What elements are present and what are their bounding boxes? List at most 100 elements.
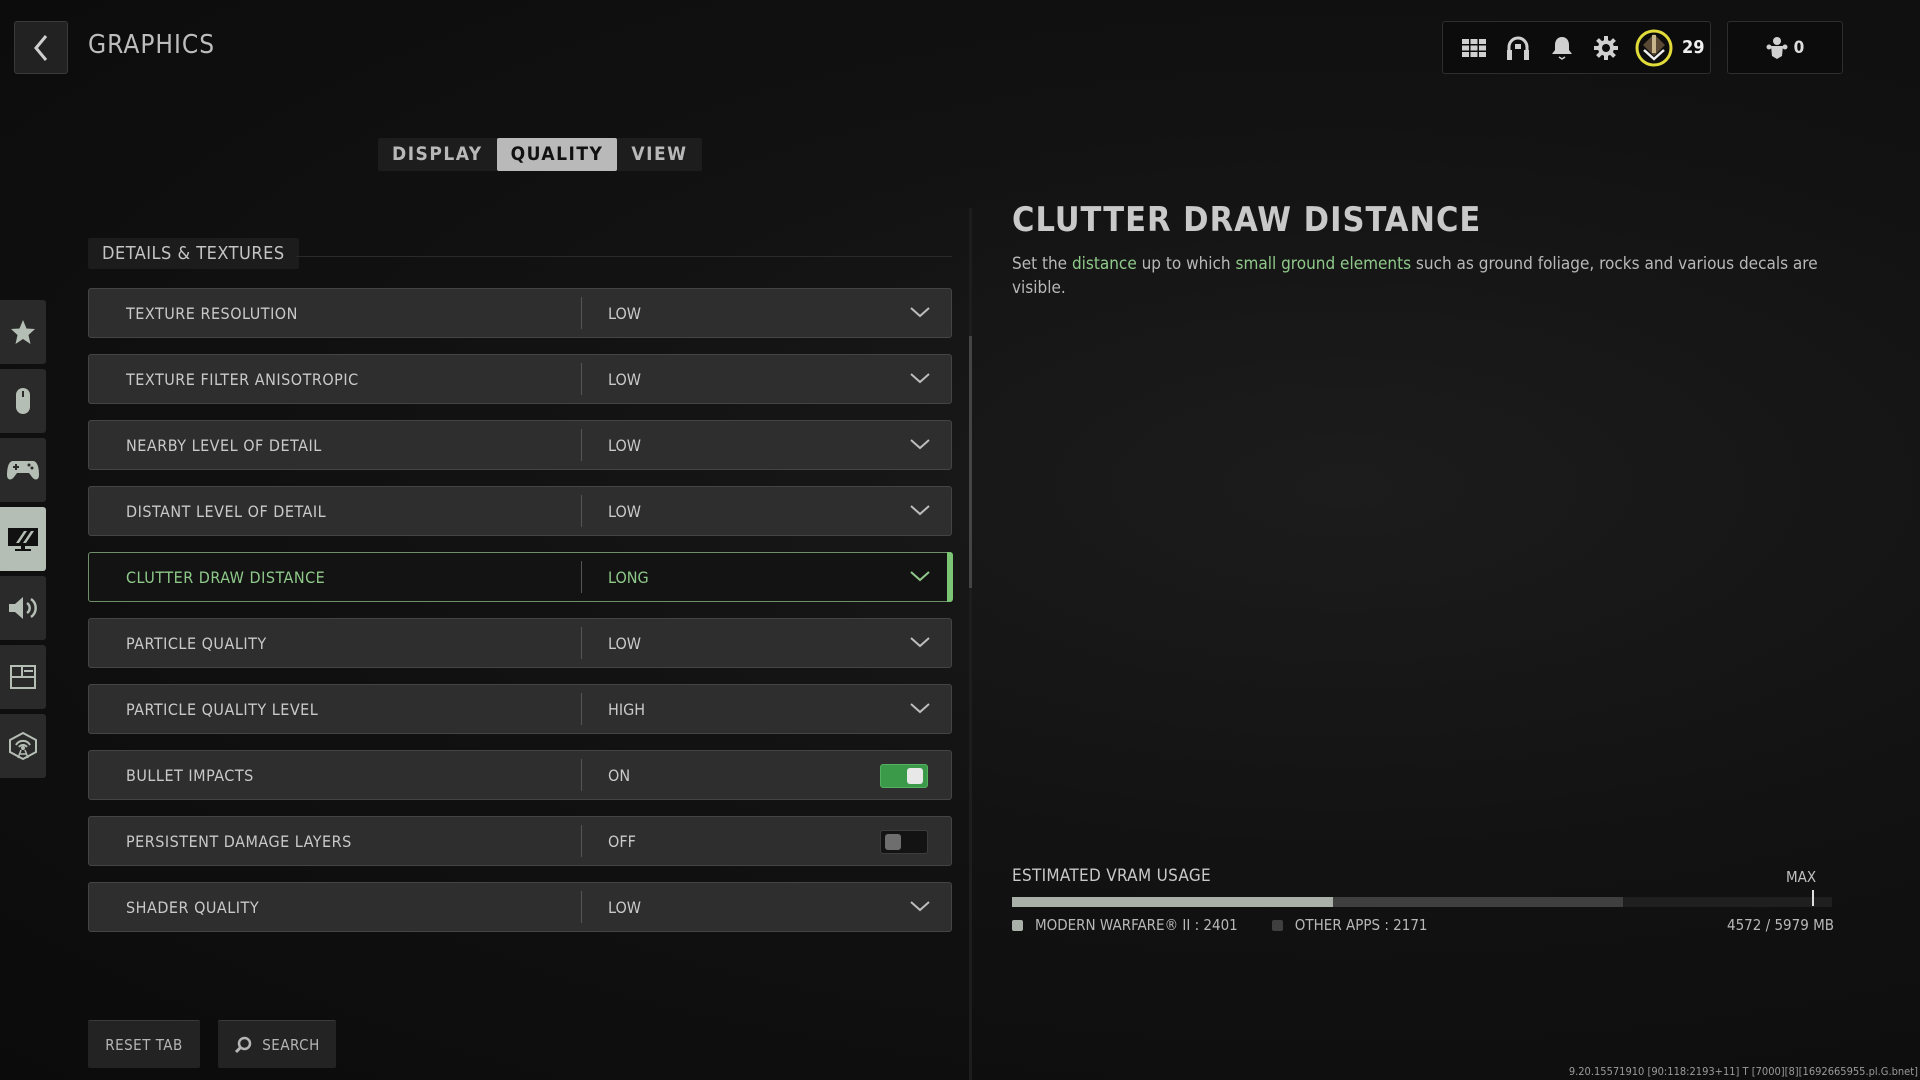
tab-display[interactable]: DISPLAY xyxy=(378,138,497,171)
highlight-term: distance xyxy=(1071,254,1137,274)
setting-row-clutter-draw-distance[interactable]: CLUTTER DRAW DISTANCE LONG xyxy=(88,552,953,602)
row-divider xyxy=(581,825,582,857)
row-divider xyxy=(581,759,582,791)
toggle-knob xyxy=(907,768,923,784)
setting-value: OFF xyxy=(608,831,636,851)
setting-label: TEXTURE FILTER ANISOTROPIC xyxy=(126,369,359,389)
chevron-down-icon[interactable] xyxy=(909,899,931,913)
sidebar-item-network[interactable] xyxy=(0,714,46,778)
setting-label: TEXTURE RESOLUTION xyxy=(126,303,298,323)
bell-icon[interactable] xyxy=(1540,28,1584,68)
setting-row-particle-quality[interactable]: PARTICLE QUALITY LOW xyxy=(88,618,952,668)
detail-description: Set the distance up to which small groun… xyxy=(1012,252,1832,300)
setting-value: HIGH xyxy=(608,699,646,719)
scrollbar-thumb[interactable] xyxy=(969,336,972,588)
chevron-down-icon[interactable] xyxy=(909,635,931,649)
chevron-down-icon[interactable] xyxy=(909,569,931,583)
search-icon xyxy=(235,1036,252,1053)
top-bar: 29 xyxy=(1442,21,1711,74)
setting-label: DISTANT LEVEL OF DETAIL xyxy=(126,501,327,521)
grid-menu-icon[interactable] xyxy=(1452,28,1496,68)
vram-other-label: OTHER APPS : 2171 xyxy=(1294,916,1428,934)
setting-row-bullet-impacts[interactable]: BULLET IMPACTS ON xyxy=(88,750,952,800)
setting-label: PERSISTENT DAMAGE LAYERS xyxy=(126,831,352,851)
setting-value: ON xyxy=(608,765,631,785)
chevron-down-icon[interactable] xyxy=(909,305,931,319)
setting-label: BULLET IMPACTS xyxy=(126,765,254,785)
build-info: 9.20.15571910 [90:118:2193+11] T [7000][… xyxy=(1568,1065,1918,1078)
setting-label: CLUTTER DRAW DISTANCE xyxy=(126,567,326,587)
network-icon xyxy=(9,731,37,761)
mouse-icon xyxy=(16,388,30,414)
sidebar-item-mouse-keyboard[interactable] xyxy=(0,369,46,433)
row-divider xyxy=(581,561,582,593)
vram-game-label: MODERN WARFARE® II : 2401 xyxy=(1035,916,1238,934)
setting-label: PARTICLE QUALITY LEVEL xyxy=(126,699,319,719)
setting-row-texture-resolution[interactable]: TEXTURE RESOLUTION LOW xyxy=(88,288,952,338)
setting-value: LOW xyxy=(608,435,642,455)
sidebar-item-favorites[interactable] xyxy=(0,300,46,364)
tab-view[interactable]: VIEW xyxy=(617,138,701,171)
sidebar-item-audio[interactable] xyxy=(0,576,46,640)
row-divider xyxy=(581,693,582,725)
setting-row-nearby-level-of-detail[interactable]: NEARBY LEVEL OF DETAIL LOW xyxy=(88,420,952,470)
setting-value: LOW xyxy=(608,501,642,521)
category-sidebar xyxy=(0,300,46,783)
headset-icon[interactable] xyxy=(1496,28,1540,68)
setting-row-particle-quality-level[interactable]: PARTICLE QUALITY LEVEL HIGH xyxy=(88,684,952,734)
page-title: GRAPHICS xyxy=(88,30,216,60)
reset-tab-button[interactable]: RESET TAB xyxy=(88,1020,200,1068)
desc-text: Set the xyxy=(1012,254,1072,274)
setting-row-texture-filter-anisotropic[interactable]: TEXTURE FILTER ANISOTROPIC LOW xyxy=(88,354,952,404)
sidebar-item-graphics[interactable] xyxy=(0,507,46,571)
setting-label: SHADER QUALITY xyxy=(126,897,260,917)
sidebar-item-controller[interactable] xyxy=(0,438,46,502)
vram-total: 4572 / 5979 MB xyxy=(1727,916,1834,934)
tab-quality[interactable]: QUALITY xyxy=(496,138,618,171)
speaker-icon xyxy=(9,597,37,619)
setting-row-persistent-damage-layers[interactable]: PERSISTENT DAMAGE LAYERS OFF xyxy=(88,816,952,866)
row-divider xyxy=(581,627,582,659)
vram-max-marker xyxy=(1811,890,1814,906)
party-button[interactable]: 0 xyxy=(1727,21,1843,74)
rank-badge-icon[interactable] xyxy=(1632,28,1676,68)
chevron-down-icon[interactable] xyxy=(909,503,931,517)
other-swatch xyxy=(1271,919,1283,931)
toggle-switch[interactable] xyxy=(880,830,928,854)
tab-bar: DISPLAY QUALITY VIEW xyxy=(378,138,702,171)
star-icon xyxy=(11,320,35,344)
controller-icon xyxy=(7,461,39,480)
desc-text: up to which xyxy=(1136,254,1236,274)
row-divider xyxy=(581,891,582,923)
sidebar-item-interface[interactable] xyxy=(0,645,46,709)
chevron-down-icon[interactable] xyxy=(909,371,931,385)
detail-title: CLUTTER DRAW DISTANCE xyxy=(1012,200,1482,240)
vram-title: ESTIMATED VRAM USAGE xyxy=(1012,866,1212,886)
toggle-knob xyxy=(885,834,901,850)
setting-row-distant-level-of-detail[interactable]: DISTANT LEVEL OF DETAIL LOW xyxy=(88,486,952,536)
reset-tab-label: RESET TAB xyxy=(105,1035,183,1054)
toggle-switch[interactable] xyxy=(880,764,928,788)
setting-value: LOW xyxy=(608,369,642,389)
row-divider xyxy=(581,429,582,461)
vram-game-segment xyxy=(1012,897,1334,907)
setting-value: LOW xyxy=(608,633,642,653)
setting-value: LONG xyxy=(608,567,649,587)
vram-max-label: MAX xyxy=(1786,868,1817,886)
chevron-down-icon[interactable] xyxy=(909,701,931,715)
setting-row-shader-quality[interactable]: SHADER QUALITY LOW xyxy=(88,882,952,932)
chevron-down-icon[interactable] xyxy=(909,437,931,451)
section-header: DETAILS & TEXTURES xyxy=(88,238,299,269)
vram-bar xyxy=(1012,890,1832,907)
gear-icon[interactable] xyxy=(1584,28,1628,68)
party-icon xyxy=(1766,36,1788,59)
settings-list: TEXTURE RESOLUTION LOW TEXTURE FILTER ANIS… xyxy=(88,288,953,948)
setting-label: NEARBY LEVEL OF DETAIL xyxy=(126,435,322,455)
back-button[interactable] xyxy=(14,21,68,74)
player-level: 29 xyxy=(1682,37,1705,58)
chevron-left-icon xyxy=(34,34,48,61)
selected-accent-bar xyxy=(947,552,953,602)
setting-value: LOW xyxy=(608,303,642,323)
game-swatch xyxy=(1012,919,1023,931)
search-button[interactable]: SEARCH xyxy=(218,1020,336,1068)
